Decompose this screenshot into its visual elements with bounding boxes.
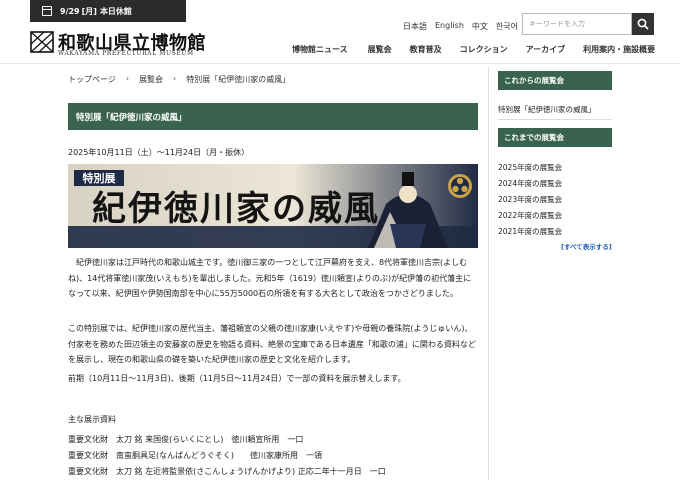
closed-notice: 9/29 [月] 本日休館 [30,0,186,22]
exhibit-item: 重要文化財 太刀 銘 来国俊(らいくにとし) 徳川頼宣所用 一口 [68,435,304,444]
nav-education[interactable]: 教育普及 [410,44,442,55]
logo-mark-icon [30,31,54,53]
exhibition-period: 2025年10月11日（土）～11月24日（月・振休） [68,148,250,157]
breadcrumb-home[interactable]: トップページ [68,74,116,85]
breadcrumb-current: 特別展「紀伊徳川家の威風」 [186,75,291,84]
rotation-note: 前期（10月11日～11月3日)、後期（11月5日～11月24日）で一部の資料を… [68,374,406,383]
intro-paragraph: 紀伊徳川家は江戸時代の和歌山城主です。徳川御三家の一つとして江戸幕府を支え、8代… [68,258,472,298]
exhibition-description: この特別展では、紀伊徳川家の歴代当主、藩祖頼宣の父親の徳川家康(いえやす)や母親… [68,324,476,364]
family-crest-icon [448,174,472,198]
upcoming-heading: これからの展覧会 [498,71,612,90]
chevron-right-icon: › [125,74,130,83]
lang-korean[interactable]: 한국어 [496,21,518,32]
chevron-right-icon: › [173,74,177,83]
column-divider [488,66,489,480]
museum-logo[interactable]: 和歌山県立博物館 WAKAYAMA PREFECTURAL MUSEUM [30,29,206,57]
closed-weekday: [月] [81,6,97,16]
search-icon [637,18,649,30]
exhibit-item: 重要文化財 南蛮胴具足(なんばんどうぐそく) 徳川家康所用 一領 [68,451,322,460]
past-heading: これまでの展覧会 [498,128,612,147]
logo-subtitle: WAKAYAMA PREFECTURAL MUSEUM [58,50,194,57]
exhibition-banner: 特別展 紀伊徳川家の威風 [68,164,478,248]
breadcrumb-exhibitions[interactable]: 展覧会 [139,74,163,85]
nav-visitor-info[interactable]: 利用案内・施設概要 [583,44,655,55]
exhibit-item: 重要文化財 太刀 銘 左近将監景依(さこんしょうげんかげより) 正応二年十一月日… [68,467,386,476]
page-title: 特別展「紀伊徳川家の威風」 [68,103,478,130]
nav-archive[interactable]: アーカイブ [526,44,566,55]
banner-headline: 紀伊徳川家の威風 [92,189,380,229]
past-item[interactable]: 2022年度の展覧会 [498,210,562,221]
banner-art: 特別展 紀伊徳川家の威風 [68,164,478,248]
exhibits-heading: 主な展示資料 [68,415,116,424]
breadcrumb: トップページ › 展覧会 › 特別展「紀伊徳川家の威風」 [68,74,290,85]
banner-tag: 特別展 [83,171,117,185]
language-switcher: 日本語 English 中文 한국어 [403,21,518,32]
header-divider [0,63,680,64]
search-input[interactable] [522,13,632,35]
search-button[interactable] [632,13,654,35]
lang-chinese[interactable]: 中文 [472,21,488,32]
calendar-icon [42,6,52,16]
past-item[interactable]: 2025年度の展覧会 [498,162,562,173]
lang-japanese[interactable]: 日本語 [403,21,427,32]
global-nav: 博物館ニュース 展覧会 教育普及 コレクション アーカイブ 利用案内・施設概要 [292,44,655,55]
closed-label: 本日休館 [99,6,132,16]
past-item[interactable]: 2021年度の展覧会 [498,226,562,237]
closed-date: 9/29 [60,6,80,16]
past-item[interactable]: 2024年度の展覧会 [498,178,562,189]
site-search [522,13,654,35]
lang-english[interactable]: English [435,21,464,32]
sidebar-divider [498,119,612,120]
show-all-link[interactable]: [すべて表示する] [561,241,612,251]
upcoming-item[interactable]: 特別展「紀伊徳川家の威風」 [498,104,596,115]
past-item[interactable]: 2023年度の展覧会 [498,194,562,205]
nav-exhibitions[interactable]: 展覧会 [368,44,392,55]
nav-collection[interactable]: コレクション [460,44,508,55]
nav-news[interactable]: 博物館ニュース [292,44,348,55]
